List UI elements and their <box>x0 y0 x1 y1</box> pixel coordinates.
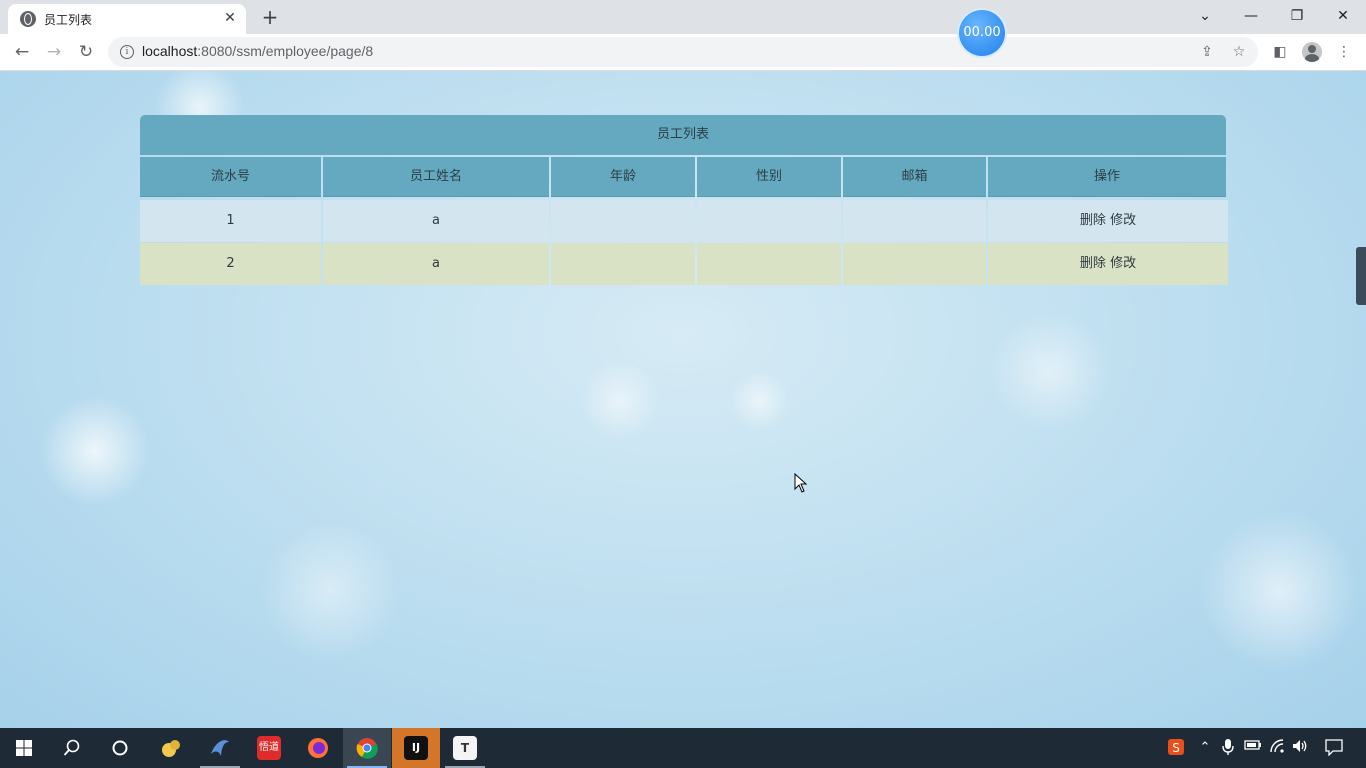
red-app-icon: 悟道 <box>257 736 281 760</box>
window-close-icon[interactable]: ✕ <box>1320 2 1366 30</box>
tab-title: 员工列表 <box>44 13 93 27</box>
intellij-icon: IJ <box>404 736 428 760</box>
cell-age <box>551 243 695 285</box>
edit-link[interactable]: 修改 <box>1110 256 1136 271</box>
tab-strip: 员工列表 ✕ + 00.00 ⌄ — ❐ ✕ <box>0 0 1366 56</box>
svg-text:S: S <box>1172 741 1180 755</box>
taskbar-app-red[interactable]: 悟道 <box>245 728 293 768</box>
column-header-age: 年龄 <box>551 157 695 197</box>
back-arrow-icon[interactable]: ← <box>8 38 36 66</box>
mouse-cursor-icon <box>794 473 808 493</box>
wifi-icon[interactable] <box>1268 738 1288 758</box>
cell-id: 2 <box>140 243 321 285</box>
url-path: :8080/ssm/employee/page/8 <box>197 43 374 59</box>
cell-name: a <box>323 243 549 285</box>
sogou-ime-icon[interactable]: S <box>1166 738 1186 758</box>
restore-icon[interactable]: ❐ <box>1274 2 1320 30</box>
cortana-button[interactable] <box>96 728 144 768</box>
side-panel-icon[interactable]: ◧ <box>1270 42 1290 62</box>
taskbar-app-typora[interactable]: T <box>441 728 489 768</box>
scrollbar-thumb[interactable] <box>1356 247 1366 305</box>
windows-start-button[interactable] <box>0 728 48 768</box>
cell-email <box>843 200 986 242</box>
profile-avatar[interactable] <box>1302 42 1322 62</box>
dolphin-app-icon <box>208 736 232 760</box>
column-header-id: 流水号 <box>140 157 321 197</box>
fruit-app-icon <box>159 736 183 760</box>
column-header-gender: 性别 <box>697 157 841 197</box>
column-header-actions: 操作 <box>988 157 1226 197</box>
microphone-icon[interactable] <box>1218 738 1238 758</box>
typora-icon: T <box>453 736 477 760</box>
bookmark-star-icon[interactable]: ☆ <box>1230 43 1248 61</box>
table-row: 1 a 删除 修改 <box>140 200 1228 242</box>
tab-search-chevron-icon[interactable]: ⌄ <box>1182 2 1228 30</box>
share-icon[interactable]: ⇪ <box>1198 43 1216 61</box>
column-header-email: 邮箱 <box>843 157 986 197</box>
taskbar-search-button[interactable] <box>48 728 96 768</box>
reload-icon[interactable]: ↻ <box>72 38 100 66</box>
cell-age <box>551 200 695 242</box>
address-bar[interactable]: i localhost:8080/ssm/employee/page/8 ⇪ ☆ <box>108 37 1258 67</box>
firefox-icon <box>306 736 330 760</box>
cortana-icon <box>112 740 128 756</box>
page-body: 员工列表 流水号 员工姓名 年龄 性别 邮箱 操作 1 a 删除 修改 2 a … <box>0 71 1366 728</box>
menu-kebab-icon[interactable]: ⋮ <box>1334 42 1354 62</box>
minimize-icon[interactable]: — <box>1228 2 1274 30</box>
new-tab-button[interactable]: + <box>258 5 282 29</box>
site-info-icon[interactable]: i <box>120 45 134 59</box>
browser-tab[interactable]: 员工列表 ✕ <box>8 4 246 34</box>
windows-start-icon <box>16 740 32 756</box>
table-header-row: 流水号 员工姓名 年龄 性别 邮箱 操作 <box>140 157 1228 199</box>
cell-actions: 删除 修改 <box>988 243 1228 285</box>
delete-link[interactable]: 删除 <box>1080 213 1106 228</box>
taskbar-app-dolphin[interactable] <box>196 728 244 768</box>
url-text[interactable]: localhost:8080/ssm/employee/page/8 <box>142 43 373 59</box>
battery-icon[interactable] <box>1243 738 1263 758</box>
notification-center-icon[interactable] <box>1322 738 1346 758</box>
screen-recorder-timer[interactable]: 00.00 <box>959 10 1005 56</box>
forward-arrow-icon[interactable]: → <box>40 38 68 66</box>
table-row: 2 a 删除 修改 <box>140 243 1228 285</box>
taskbar-app-fruit[interactable] <box>147 728 195 768</box>
chrome-icon <box>355 736 379 760</box>
url-host: localhost <box>142 43 198 59</box>
cell-gender <box>697 243 841 285</box>
globe-icon <box>20 11 36 27</box>
column-header-name: 员工姓名 <box>323 157 549 197</box>
tray-expand-chevron-icon[interactable]: ⌃ <box>1195 738 1215 758</box>
cell-email <box>843 243 986 285</box>
volume-icon[interactable] <box>1290 738 1310 758</box>
table-caption: 员工列表 <box>140 115 1226 155</box>
cell-actions: 删除 修改 <box>988 200 1228 242</box>
taskbar-app-firefox[interactable] <box>294 728 342 768</box>
search-icon <box>63 739 80 756</box>
browser-toolbar: ← → ↻ i localhost:8080/ssm/employee/page… <box>0 34 1366 71</box>
cell-name: a <box>323 200 549 242</box>
edit-link[interactable]: 修改 <box>1110 213 1136 228</box>
taskbar-app-chrome[interactable] <box>343 728 391 768</box>
taskbar-app-intellij[interactable]: IJ <box>392 728 440 768</box>
close-tab-icon[interactable]: ✕ <box>220 8 240 28</box>
cell-gender <box>697 200 841 242</box>
delete-link[interactable]: 删除 <box>1080 256 1106 271</box>
cell-id: 1 <box>140 200 321 242</box>
windows-taskbar: 悟道 IJ T S ⌃ <box>0 728 1366 768</box>
